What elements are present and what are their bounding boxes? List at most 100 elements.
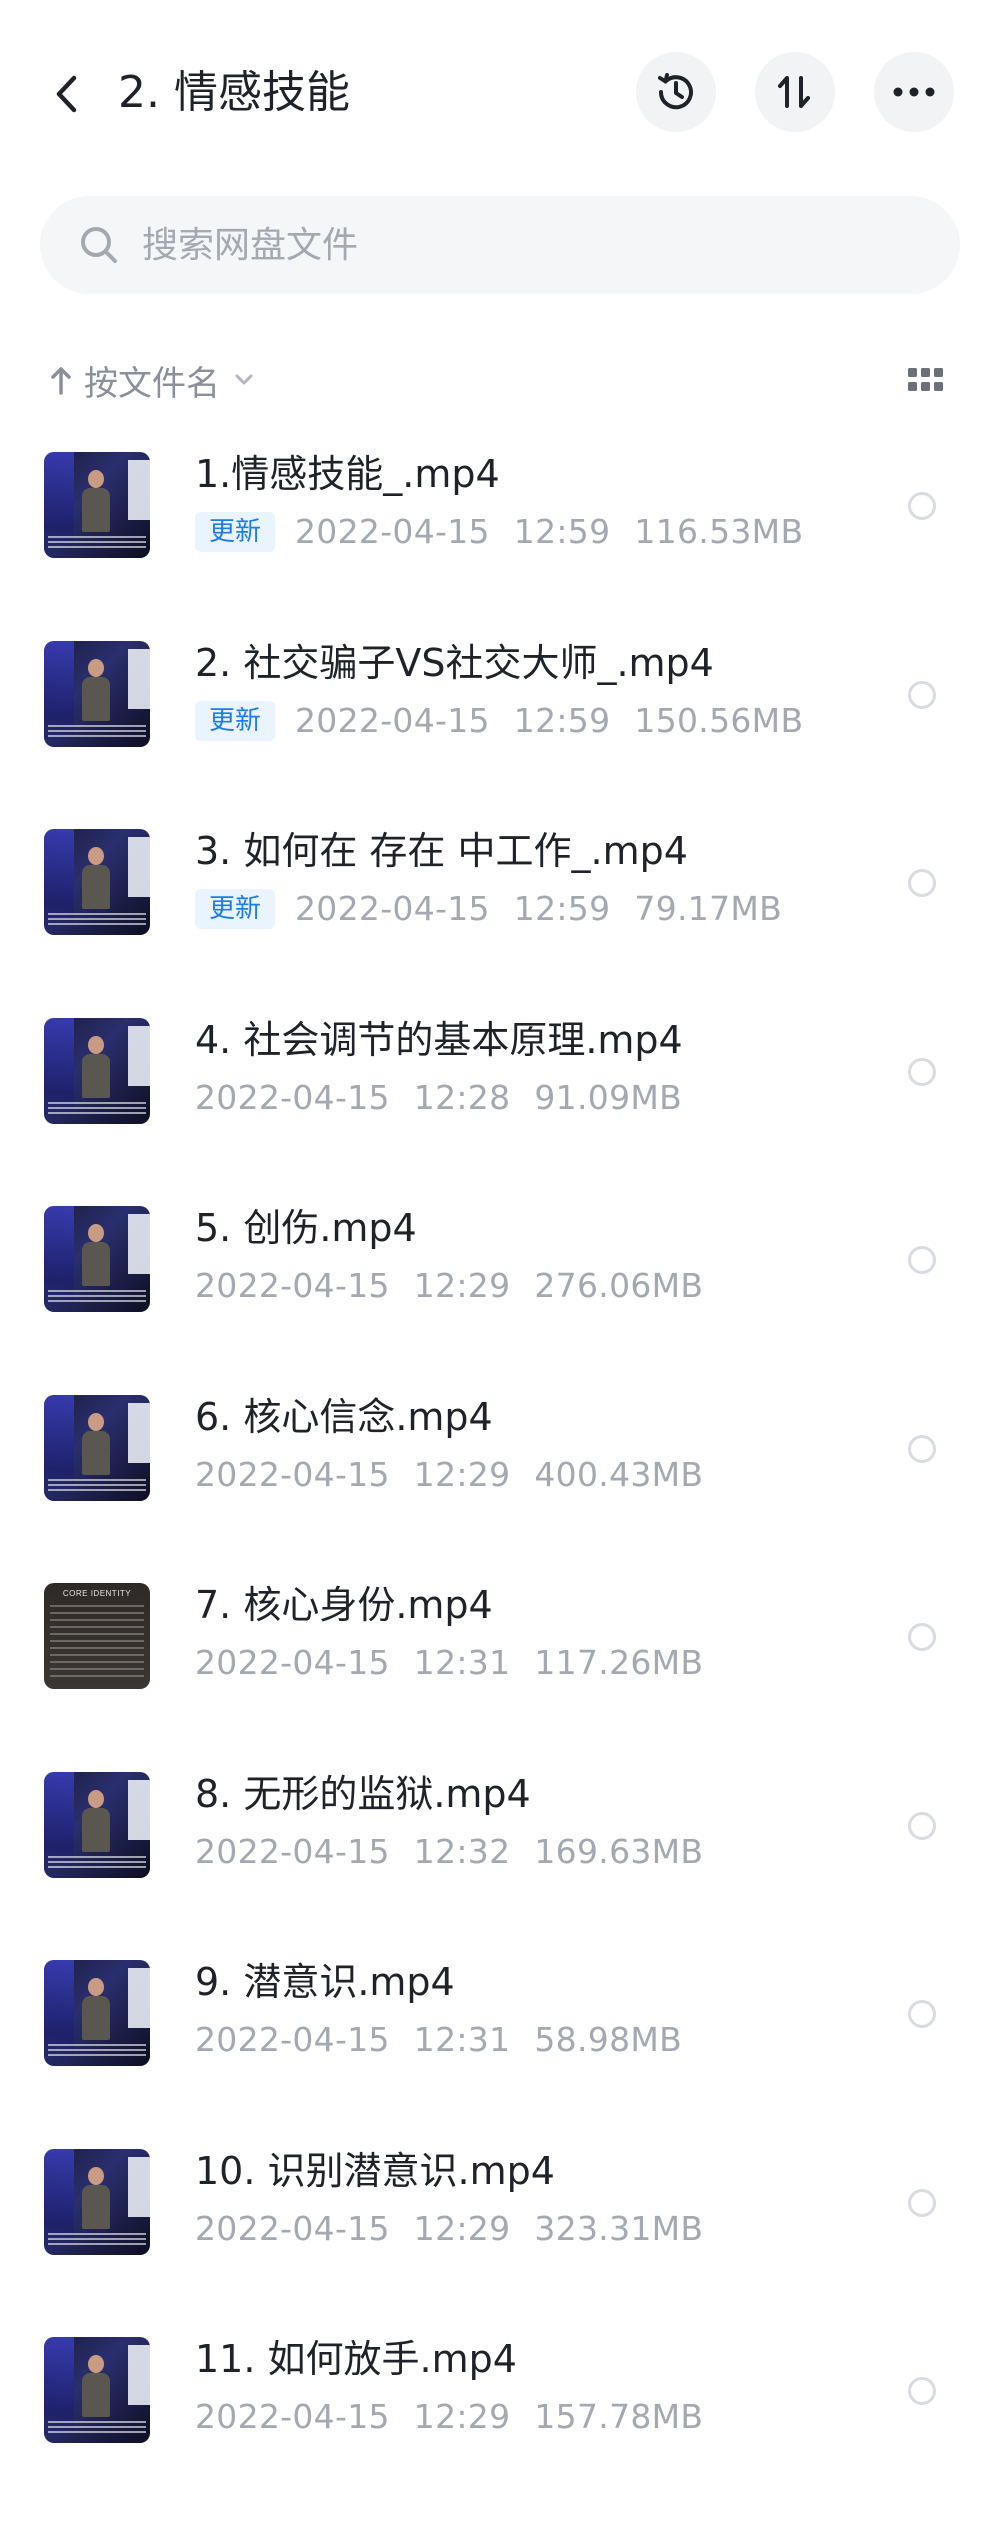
search-input[interactable] [140,223,924,267]
video-thumbnail [44,452,150,558]
file-row[interactable]: 6. 核心信念.mp4 2022-04-15 12:29 400.43MB [0,1383,1000,1572]
thumbnail-subtitle [48,2044,146,2058]
file-row[interactable]: 10. 识别潜意识.mp4 2022-04-15 12:29 323.31MB [0,2137,1000,2326]
file-name: 8. 无形的监狱.mp4 [195,1771,531,1816]
grid-view-button[interactable] [906,360,946,400]
video-thumbnail [44,1960,150,2066]
file-size: 169.63MB [534,1831,704,1871]
file-time: 12:59 [513,700,611,740]
more-button[interactable] [874,52,954,132]
thumbnail-subtitle [48,1855,146,1870]
sort-up-down-icon [778,76,810,108]
arrow-up-icon [51,367,71,395]
file-date: 2022-04-15 [195,1266,390,1305]
file-size: 400.43MB [534,1454,704,1494]
file-list: 1.情感技能_.mp4 更新 2022-04-15 12:59 116.53MB 2. 社… [0,440,1000,2514]
select-radio[interactable] [908,1434,936,1463]
file-date: 2022-04-15 [295,700,490,740]
page-title: 2. 情感技能 [118,67,350,118]
select-radio[interactable] [908,2188,936,2217]
select-radio[interactable] [908,492,936,520]
video-thumbnail [44,1394,150,1501]
thumbnail-screen [128,460,150,520]
thumbnail-subtitle [48,913,146,927]
file-date: 2022-04-15 [195,1454,390,1494]
thumbnail-person-body [82,1996,110,2040]
file-meta: 2022-04-15 12:32 169.63MB [195,1830,703,1874]
file-meta: 更新 2022-04-15 12:59 116.53MB [195,510,803,554]
file-name: 9. 潜意识.mp4 [195,1960,455,2004]
file-time: 12:31 [413,1643,511,1682]
select-radio[interactable] [908,2377,936,2405]
file-meta: 2022-04-15 12:29 400.43MB [195,1453,703,1497]
select-radio[interactable] [908,1246,936,1274]
thumbnail-subtitle [48,1290,146,1304]
thumbnail-screen [128,2156,150,2217]
file-time: 12:59 [513,512,611,551]
file-meta: 2022-04-15 12:31 117.26MB [195,1641,703,1685]
update-badge: 更新 [195,889,276,929]
back-button[interactable] [44,68,88,120]
file-row[interactable]: 1.情感技能_.mp4 更新 2022-04-15 12:59 116.53MB [0,440,1000,629]
thumbnail-text-lines [50,1605,144,1681]
file-row[interactable]: 2. 社交骗子VS社交大师_.mp4 更新 2022-04-15 12:59 150.5… [0,629,1000,818]
thumbnail-screen [128,1968,150,2028]
video-thumbnail [44,1771,150,1878]
file-date: 2022-04-15 [195,2208,390,2248]
select-radio[interactable] [908,1623,936,1651]
history-button[interactable] [636,52,716,132]
file-row[interactable]: 9. 潜意识.mp4 2022-04-15 12:31 58.98MB [0,1948,1000,2137]
file-date: 2022-04-15 [195,2020,390,2059]
thumbnail-subtitle [48,1478,146,1493]
file-row[interactable]: 5. 创伤.mp4 2022-04-15 12:29 276.06MB [0,1194,1000,1383]
update-badge: 更新 [195,700,276,741]
thumbnail-screen [128,2345,150,2405]
select-radio[interactable] [908,1057,936,1086]
file-row[interactable]: 8. 无形的监狱.mp4 2022-04-15 12:32 169.63MB [0,1760,1000,1949]
select-radio[interactable] [908,869,936,897]
thumbnail-person-body [82,488,110,532]
file-time: 12:32 [413,1831,511,1871]
file-meta: 2022-04-15 12:29 323.31MB [195,2207,703,2251]
file-name: 2. 社交骗子VS社交大师_.mp4 [195,640,714,685]
thumbnail-screen [128,1025,150,1086]
select-radio[interactable] [908,680,936,709]
file-size: 58.98MB [534,2020,683,2059]
thumbnail-subtitle [48,1101,146,1116]
thumbnail-person-head [88,1035,104,1054]
file-time: 12:28 [413,1077,511,1117]
clock-history-icon [658,73,693,110]
thumbnail-person-body [82,1053,110,1098]
sort-button[interactable] [755,52,835,132]
more-horizontal-icon [893,87,935,97]
file-name: 10. 识别潜意识.mp4 [195,2148,555,2193]
thumbnail-person-head [88,847,104,865]
file-meta: 2022-04-15 12:29 276.06MB [195,1264,703,1308]
sort-by-name-button[interactable]: 按文件名 [50,350,254,410]
video-thumbnail [44,640,150,747]
thumbnail-person-body [82,676,110,721]
search-bar[interactable] [40,196,960,294]
thumbnail-person-head [88,1412,104,1431]
file-meta: 更新 2022-04-15 12:59 79.17MB [195,887,782,931]
sort-label: 按文件名 [84,363,220,404]
thumbnail-subtitle [48,724,146,739]
select-radio[interactable] [908,2000,936,2028]
video-thumbnail [44,2148,150,2255]
file-row[interactable]: CORE IDENTITY 7. 核心身份.mp4 2022-04-15 12:31 1… [0,1571,1000,1760]
file-name: 11. 如何放手.mp4 [195,2337,517,2381]
video-thumbnail [44,2337,150,2443]
video-thumbnail: CORE IDENTITY [44,1583,150,1689]
grid-view-icon [908,368,943,391]
file-name: 5. 创伤.mp4 [195,1206,417,1250]
file-row[interactable]: 4. 社会调节的基本原理.mp4 2022-04-15 12:28 91.09MB [0,1006,1000,1195]
thumbnail-person-head [88,1789,104,1808]
thumbnail-subtitle [48,536,146,550]
file-row[interactable]: 3. 如何在 存在 中工作_.mp4 更新 2022-04-15 12:59 79.17… [0,817,1000,1006]
select-radio[interactable] [908,1811,936,1840]
file-size: 117.26MB [534,1643,704,1682]
file-row[interactable]: 11. 如何放手.mp4 2022-04-15 12:29 157.78MB [0,2325,1000,2514]
thumbnail-person-body [82,2184,110,2229]
file-size: 157.78MB [534,2397,704,2436]
file-time: 12:31 [413,2020,511,2059]
